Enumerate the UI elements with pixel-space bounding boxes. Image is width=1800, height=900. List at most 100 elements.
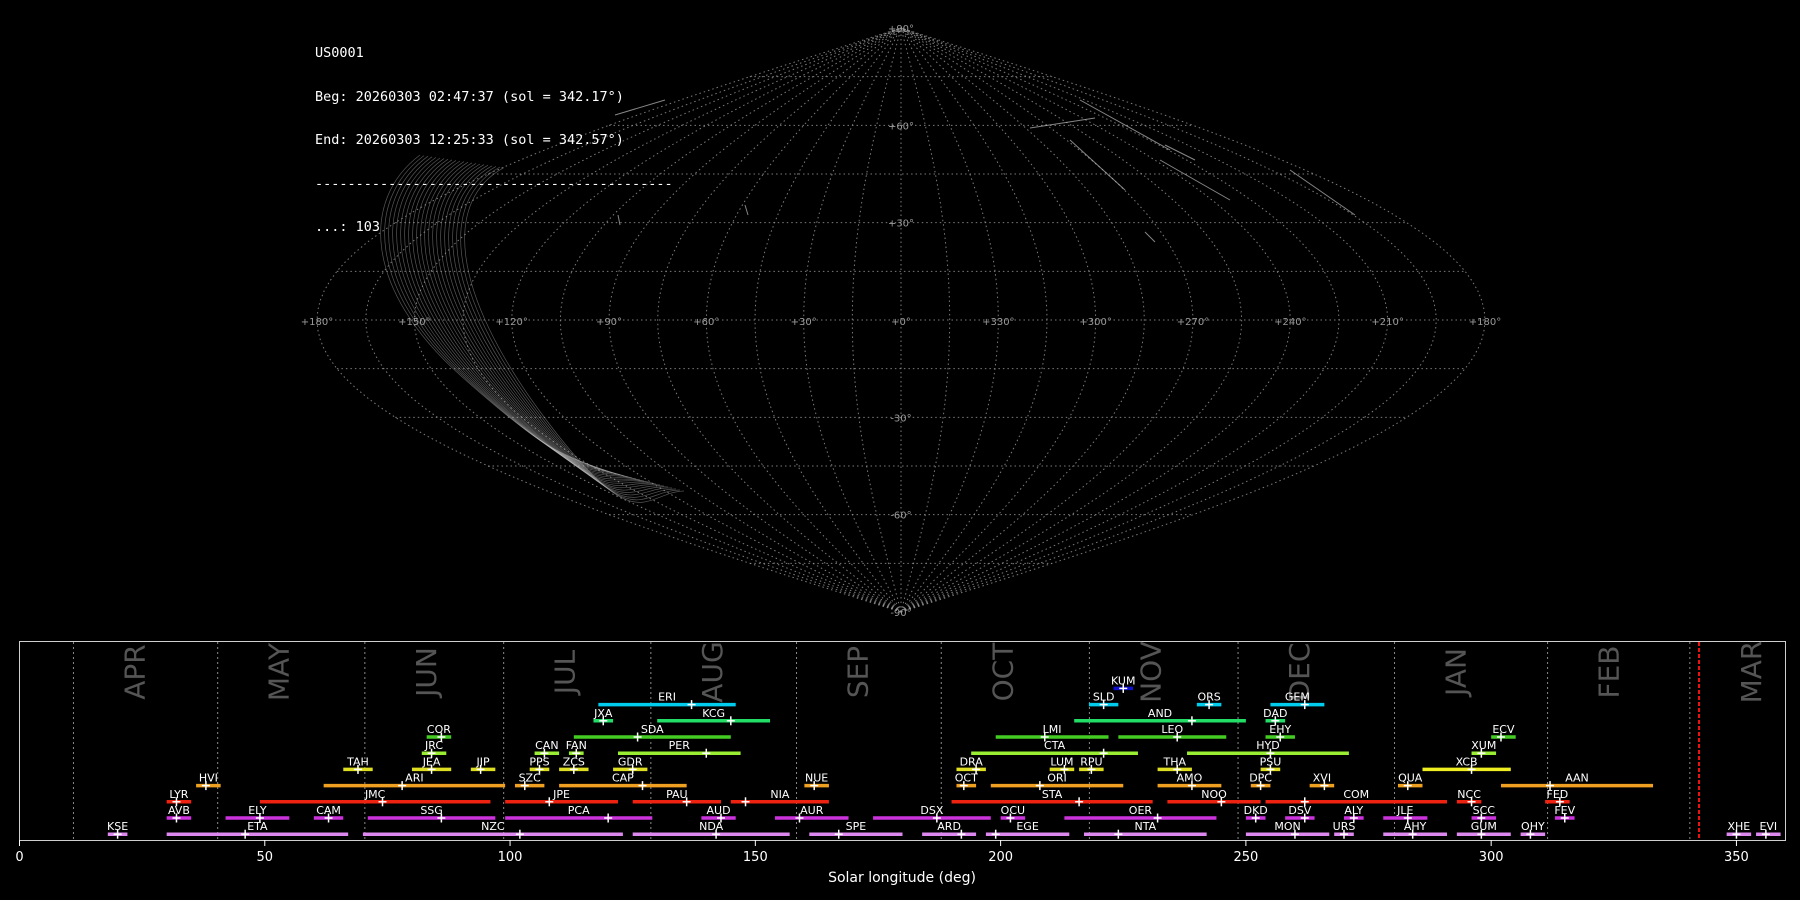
shower-label: XHE (1728, 820, 1751, 833)
meteor-track (1069, 139, 1126, 191)
shower-label: SZC (519, 772, 542, 785)
shower-label: HYD (1256, 739, 1279, 752)
x-tick-label: 200 (988, 850, 1013, 865)
longitude-label: +210° (1371, 317, 1403, 328)
info-begin: Beg: 20260303 02:47:37 (sol = 342.17°) (315, 88, 624, 105)
shower-label: HVI (199, 772, 218, 785)
meteor-track (1289, 169, 1356, 216)
longitude-label: +60° (693, 317, 719, 328)
latitude-label: -30° (890, 413, 911, 424)
shower-label: AUR (800, 804, 824, 817)
month-label: MAY (263, 642, 296, 701)
month-label: FEB (1593, 645, 1626, 698)
info-id: US0001 (315, 45, 364, 61)
shower-label: SDA (641, 723, 664, 736)
shower-label: JMC (364, 788, 386, 801)
month-label: AUG (696, 641, 729, 702)
shower-label: EGE (1016, 820, 1038, 833)
observation-info: US0001 Beg: 20260303 02:47:37 (sol = 342… (315, 17, 673, 249)
month-label: APR (118, 644, 151, 700)
shower-label: SLD (1093, 691, 1115, 704)
x-tick-label: 0 (15, 850, 23, 865)
shower-label: CTA (1044, 739, 1066, 752)
meteor-shower-figure: +180° +150° +120° +90° +60° +30° +0° +330° +300°… (15, 24, 1786, 886)
x-tick-label: 50 (257, 850, 274, 865)
shower-label: OHY (1521, 820, 1545, 833)
shower-label: ERI (658, 691, 676, 704)
meteor-track (1159, 159, 1231, 201)
shower-timeline: APR MAY JUN JUL AUG SEP OCT NOV DEC JAN FEB MARKUME… (15, 641, 1781, 865)
shower-label: OCU (1001, 804, 1025, 817)
shower-label: GEM (1285, 691, 1310, 704)
longitude-label: +180° (1469, 317, 1501, 328)
shower-label: OER (1129, 804, 1153, 817)
shower-label: JRC (424, 739, 443, 752)
shower-label: NUE (805, 772, 828, 785)
shower-label: ORS (1197, 691, 1220, 704)
shower-label: DRA (960, 755, 984, 768)
shower-label: CAM (316, 804, 341, 817)
shower-label: PCA (568, 804, 590, 817)
shower-label: CAN (535, 739, 558, 752)
shower-label: FED (1547, 788, 1569, 801)
shower-label: CAP (612, 772, 634, 785)
shower-label: KCG (702, 707, 725, 720)
shower-label: NDA (699, 820, 724, 833)
shower-label: OCT (955, 772, 978, 785)
x-tick-label: 350 (1724, 850, 1749, 865)
shower-label: AUD (707, 804, 731, 817)
shower-label: KSE (107, 820, 128, 833)
shower-label: COR (427, 723, 451, 736)
shower-label: GUM (1471, 820, 1497, 833)
shower-label: ALY (1344, 804, 1363, 817)
x-tick-label: 250 (1233, 850, 1258, 865)
latitude-label: +60° (888, 121, 914, 132)
longitude-label: +120° (495, 317, 527, 328)
shower-label: DKD (1244, 804, 1268, 817)
x-tick-label: 300 (1479, 850, 1504, 865)
latitude-label: +90° (888, 24, 914, 35)
shower-label: URS (1333, 820, 1356, 833)
longitude-label: +90° (596, 317, 622, 328)
shower-label: AND (1148, 707, 1172, 720)
shower-label: TAH (346, 755, 369, 768)
longitude-label: +30° (791, 317, 817, 328)
shower-label: SCC (1473, 804, 1496, 817)
x-tick-label: 100 (498, 850, 523, 865)
shower-label: JPE (552, 788, 570, 801)
shower-label: JLE (1396, 804, 1413, 817)
shower-label: LEO (1161, 723, 1183, 736)
shower-label: LMI (1043, 723, 1062, 736)
shower-label: NCC (1457, 788, 1481, 801)
shower-label: AAN (1565, 772, 1589, 785)
latitude-label: -90° (890, 608, 911, 619)
info-count: ...: 103 (315, 219, 381, 235)
longitude-gridline (803, 27, 902, 613)
shower-label: DAD (1263, 707, 1287, 720)
shower-label: LYR (169, 788, 188, 801)
shower-label: NIA (770, 788, 789, 801)
shower-label: COM (1343, 788, 1369, 801)
shower-label: ARI (405, 772, 423, 785)
shower-label: NOO (1201, 788, 1227, 801)
info-end: End: 20260303 12:25:33 (sol = 342.57°) (315, 132, 624, 148)
longitude-label: +180° (301, 317, 333, 328)
shower-label: LUM (1050, 755, 1073, 768)
shower-label: PPS (529, 755, 549, 768)
meteor-track (744, 204, 749, 216)
shower-label: NTA (1135, 820, 1157, 833)
x-tick-label: 150 (743, 850, 768, 865)
shower-label: KUM (1111, 674, 1135, 687)
latitude-label: +30° (888, 219, 914, 230)
month-label: JUN (410, 647, 443, 699)
shower-label: QUA (1398, 772, 1423, 785)
shower-label: EHY (1269, 723, 1291, 736)
shower-label: MON (1274, 820, 1300, 833)
month-label: OCT (986, 642, 1019, 702)
longitude-label: +300° (1079, 317, 1111, 328)
meteor-track (1164, 144, 1196, 161)
shower-label: THA (1163, 755, 1187, 768)
shower-label: GDR (618, 755, 643, 768)
longitude-label: +0° (891, 317, 911, 328)
month-label: SEP (842, 646, 875, 698)
